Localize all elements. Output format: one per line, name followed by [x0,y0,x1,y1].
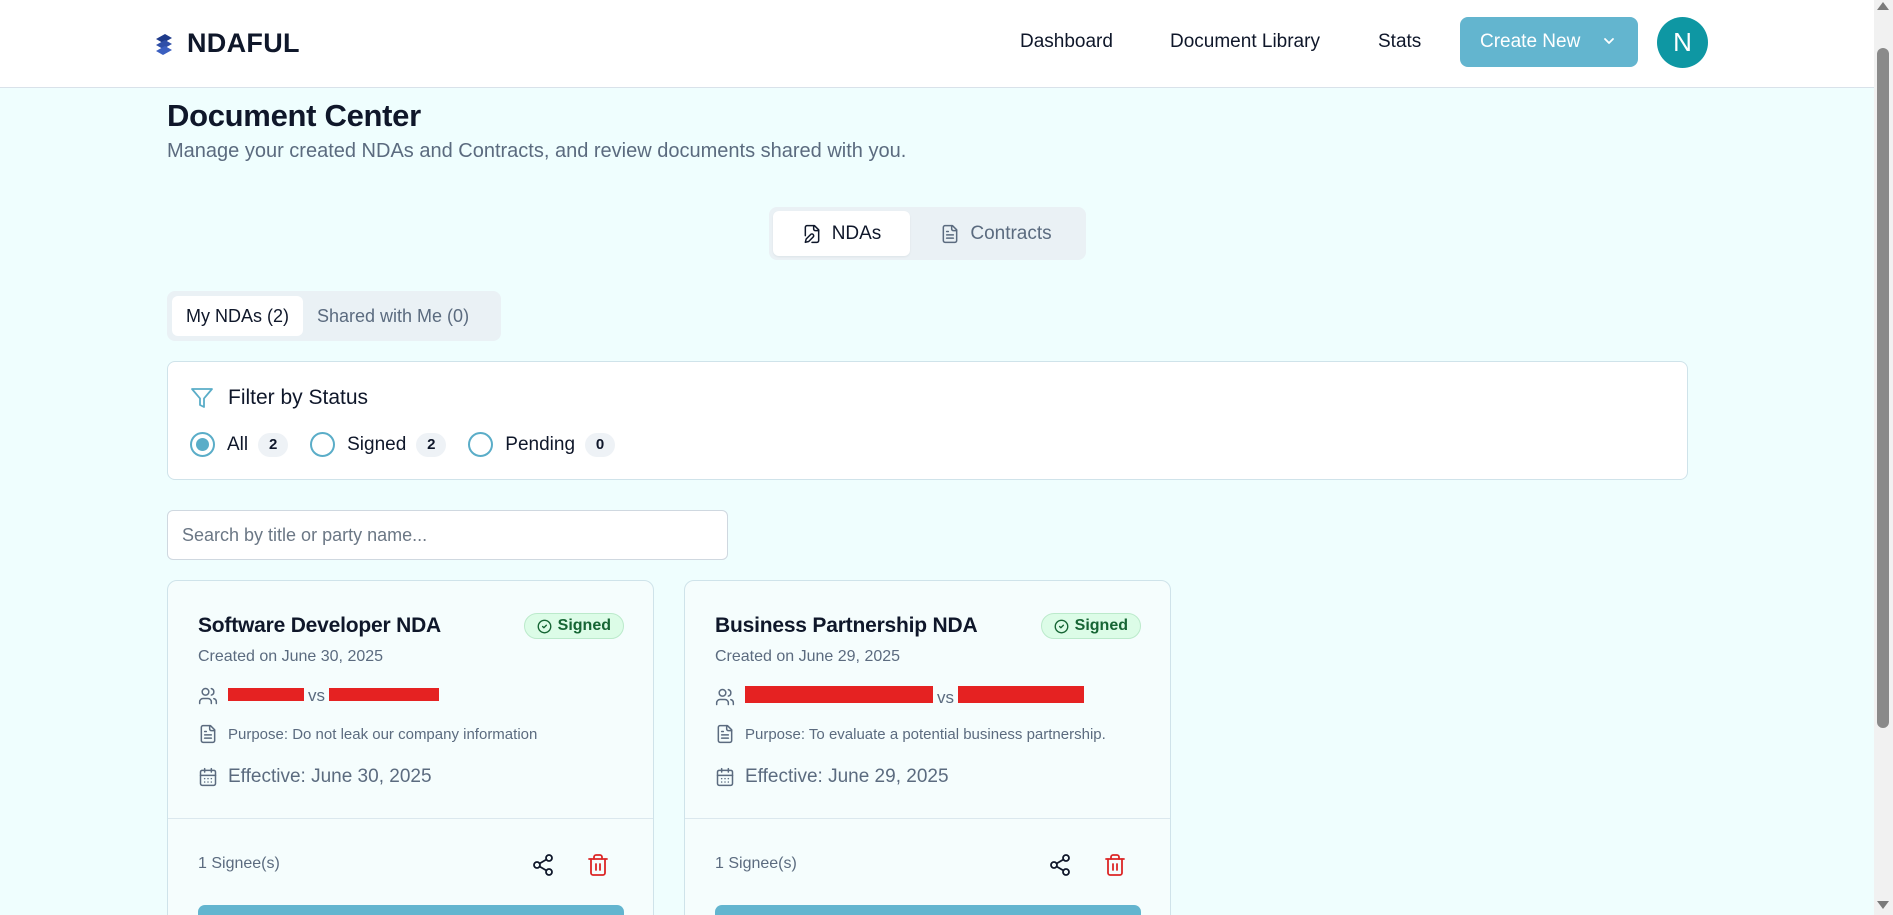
trash-icon[interactable] [586,853,610,877]
filter-option-label: All [227,433,249,455]
purpose-row: Purpose: Do not leak our company informa… [198,724,537,744]
filter-count-badge: 2 [416,432,447,457]
redacted-party-name [228,688,304,701]
brand-logo[interactable]: NDAFUL [153,28,300,59]
redacted-party-name [329,688,439,701]
tab-ndas[interactable]: NDAs [773,211,910,256]
tab-ndas-label: NDAs [831,222,882,244]
filter-icon [191,388,213,408]
user-initial: N [1673,27,1692,57]
document-type-tabs: NDAs Contracts [769,207,1086,260]
status-badge-label: Signed [557,617,611,634]
nda-card-title: Software Developer NDA [198,614,441,637]
share-icon[interactable] [531,853,555,877]
filter-count-badge: 2 [258,432,289,457]
view-nda-button[interactable] [715,905,1141,915]
chevron-down-icon [1604,38,1614,44]
top-navbar: NDAFUL Dashboard Document Library Stats … [0,0,1874,88]
signee-count: 1 Signee(s) [198,855,280,872]
created-date: Created on June 30, 2025 [198,648,384,665]
status-badge-label: Signed [1074,617,1128,634]
purpose-row: Purpose: To evaluate a potential busines… [715,724,1106,744]
nda-card-title: Business Partnership NDA [715,614,978,637]
created-date: Created on June 29, 2025 [715,648,901,665]
nav-dashboard-link[interactable]: Dashboard [1020,31,1113,53]
filter-option-signed[interactable]: Signed 2 [310,432,447,457]
users-icon [715,688,735,706]
scroll-up-arrow-icon[interactable] [1877,2,1889,10]
radio-pending[interactable] [468,432,494,457]
nav-stats-link[interactable]: Stats [1378,31,1421,53]
redacted-party-name [745,686,933,703]
share-icon[interactable] [1048,853,1072,877]
user-avatar[interactable]: N [1657,17,1708,68]
signee-count: 1 Signee(s) [715,855,797,872]
brand-name: NDAFUL [187,28,300,58]
users-icon [198,687,218,705]
file-pen-icon [804,224,820,243]
calendar-icon [716,767,734,787]
filter-heading: Filter by Status [190,386,368,410]
radio-signed[interactable] [310,432,336,457]
check-circle-icon [1054,619,1069,633]
radio-all[interactable] [190,432,215,457]
filter-title: Filter by Status [228,386,369,409]
filter-option-label: Pending [505,433,576,455]
search-input[interactable] [167,510,728,560]
calendar-icon [199,767,217,787]
redacted-party-name [958,686,1084,703]
nda-card[interactable]: Business Partnership NDA Signed Created … [684,580,1171,915]
nda-card[interactable]: Software Developer NDA Signed Created on… [167,580,654,915]
file-text-icon [717,724,733,744]
radio-selected-dot [196,438,209,451]
effective-row: Effective: June 30, 2025 [198,766,432,788]
status-radio-group: All 2 Signed 2 Pending 0 [190,432,637,457]
status-badge: Signed [1040,613,1141,639]
purpose-text: Purpose: To evaluate a potential busines… [745,725,1106,743]
nav-document-library-link[interactable]: Document Library [1170,31,1320,53]
status-filter-panel: Filter by Status All 2 Signed 2 Pending … [167,361,1688,480]
effective-date: Effective: June 30, 2025 [228,766,432,787]
tab-my-ndas[interactable]: My NDAs (2) [172,296,303,336]
scrollbar-thumb[interactable] [1877,48,1889,728]
check-circle-icon [537,619,552,633]
versus-label: vs [937,688,954,707]
tab-contracts[interactable]: Contracts [910,211,1082,256]
file-text-icon [942,224,958,243]
versus-label: vs [308,686,325,705]
effective-date: Effective: June 29, 2025 [745,766,949,787]
create-new-button[interactable]: Create New [1460,17,1638,67]
tab-contracts-label: Contracts [970,222,1052,244]
view-nda-button[interactable] [198,905,624,915]
purpose-text: Purpose: Do not leak our company informa… [228,725,538,743]
filter-option-pending[interactable]: Pending 0 [468,432,616,457]
filter-count-badge: 0 [585,432,616,457]
card-divider [168,818,653,819]
effective-row: Effective: June 29, 2025 [715,766,949,788]
trash-icon[interactable] [1103,853,1127,877]
filter-option-label: Signed [347,433,407,455]
status-badge: Signed [523,613,624,639]
create-new-label: Create New [1480,31,1581,52]
page-title: Document Center [167,98,421,133]
tab-shared-with-me[interactable]: Shared with Me (0) [303,296,483,336]
stacked-layers-icon [156,33,172,55]
parties-row: vs [198,686,439,706]
scroll-down-arrow-icon[interactable] [1877,901,1889,909]
parties-row: vs [715,686,1084,708]
file-text-icon [200,724,216,744]
ownership-tabs: My NDAs (2) Shared with Me (0) [167,291,501,341]
page-subtitle: Manage your created NDAs and Contracts, … [167,140,907,162]
card-divider [685,818,1170,819]
filter-option-all[interactable]: All 2 [190,432,289,457]
